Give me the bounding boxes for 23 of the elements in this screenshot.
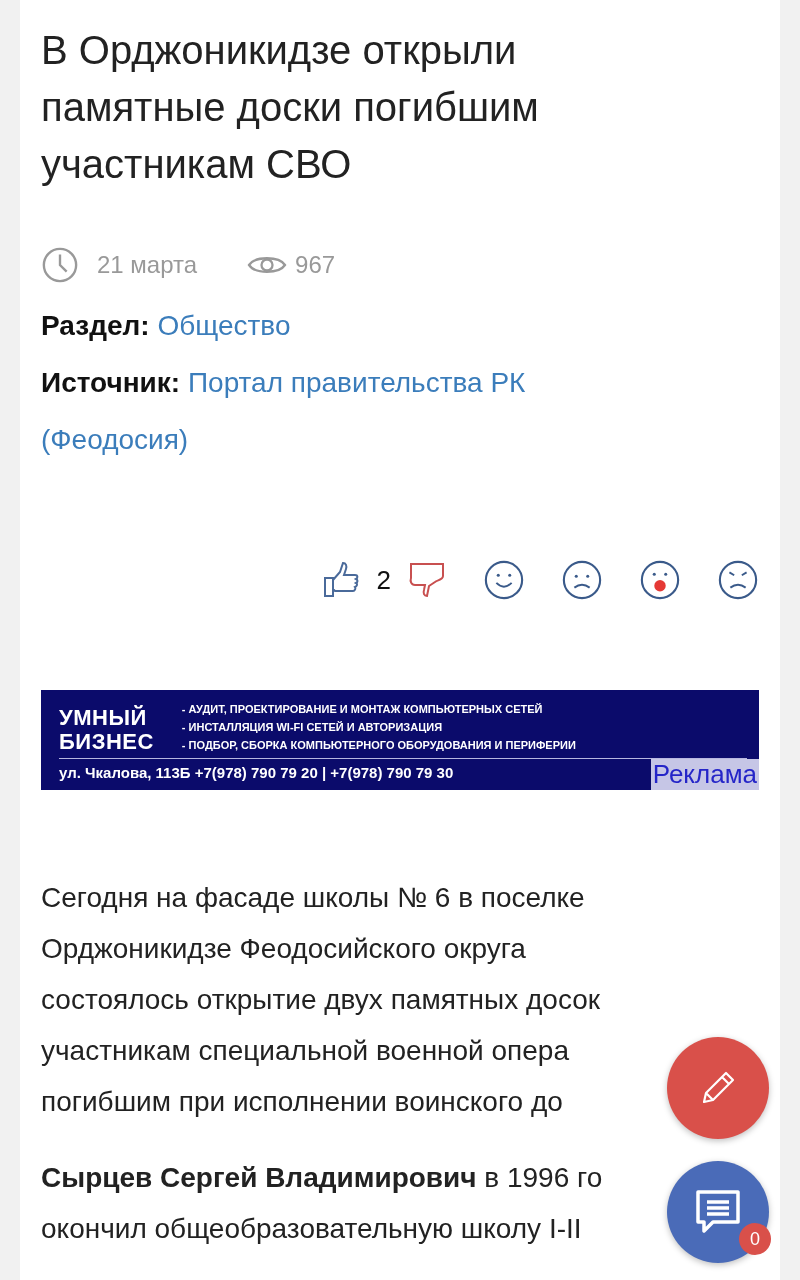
contact-line: ул. Чкалова, 113Б +7(978) 790 79 20 | +7(978) 790 79 30: [59, 764, 454, 781]
thumbs-down-icon[interactable]: [407, 560, 447, 600]
source-line[interactable]: Источник: Портал правительства РК (Феодосия): [41, 354, 641, 468]
article-date: 21 марта: [97, 251, 198, 279]
sad-face-icon[interactable]: [561, 559, 603, 601]
article-title: В Орджоникидзе открыли памятные доски погибшим участникам СВО: [41, 27, 540, 188]
like-count: 2: [376, 564, 391, 596]
body-paragraph: Сегодня на фасаде школы № 6 в поселке Орджоникидзе Феодосийского округа состоялось открытие двух памятных досок участникам специальной военной опера погибшим при исполнении воинского до: [41, 881, 601, 1119]
service-line: - АУДИТ, ПРОЕКТИРОВАНИЕ И МОНТАЖ КОМПЬЮТЕРНЫХ СЕТЕЙ: [181, 702, 544, 717]
section-label: Раздел:: [41, 310, 150, 341]
view-count: 967: [295, 251, 336, 279]
comment-count-badge: 0: [739, 1223, 771, 1255]
body-paragraph: Сырцев Сергей Владимирович в 1996 го окончил общеобразовательную школу I-II: [41, 1161, 603, 1246]
angry-face-icon[interactable]: [717, 559, 759, 601]
brand-name: УМНЫЙ БИЗНЕС: [59, 706, 154, 754]
ad-banner[interactable]: [41, 690, 759, 790]
clock-icon: [41, 246, 79, 284]
smile-icon[interactable]: [483, 559, 525, 601]
surprised-face-icon[interactable]: [639, 559, 681, 601]
service-line: - ПОДБОР, СБОРКА КОМПЬЮТЕРНОГО ОБОРУДОВАНИЯ И ПЕРИФЕРИИ: [181, 738, 576, 753]
section-link[interactable]: Общество: [157, 310, 291, 341]
ad-label: Реклама: [650, 759, 759, 790]
service-line: - ИНСТАЛЛЯЦИЯ WI-FI СЕТЕЙ И АВТОРИЗАЦИЯ: [181, 720, 444, 735]
